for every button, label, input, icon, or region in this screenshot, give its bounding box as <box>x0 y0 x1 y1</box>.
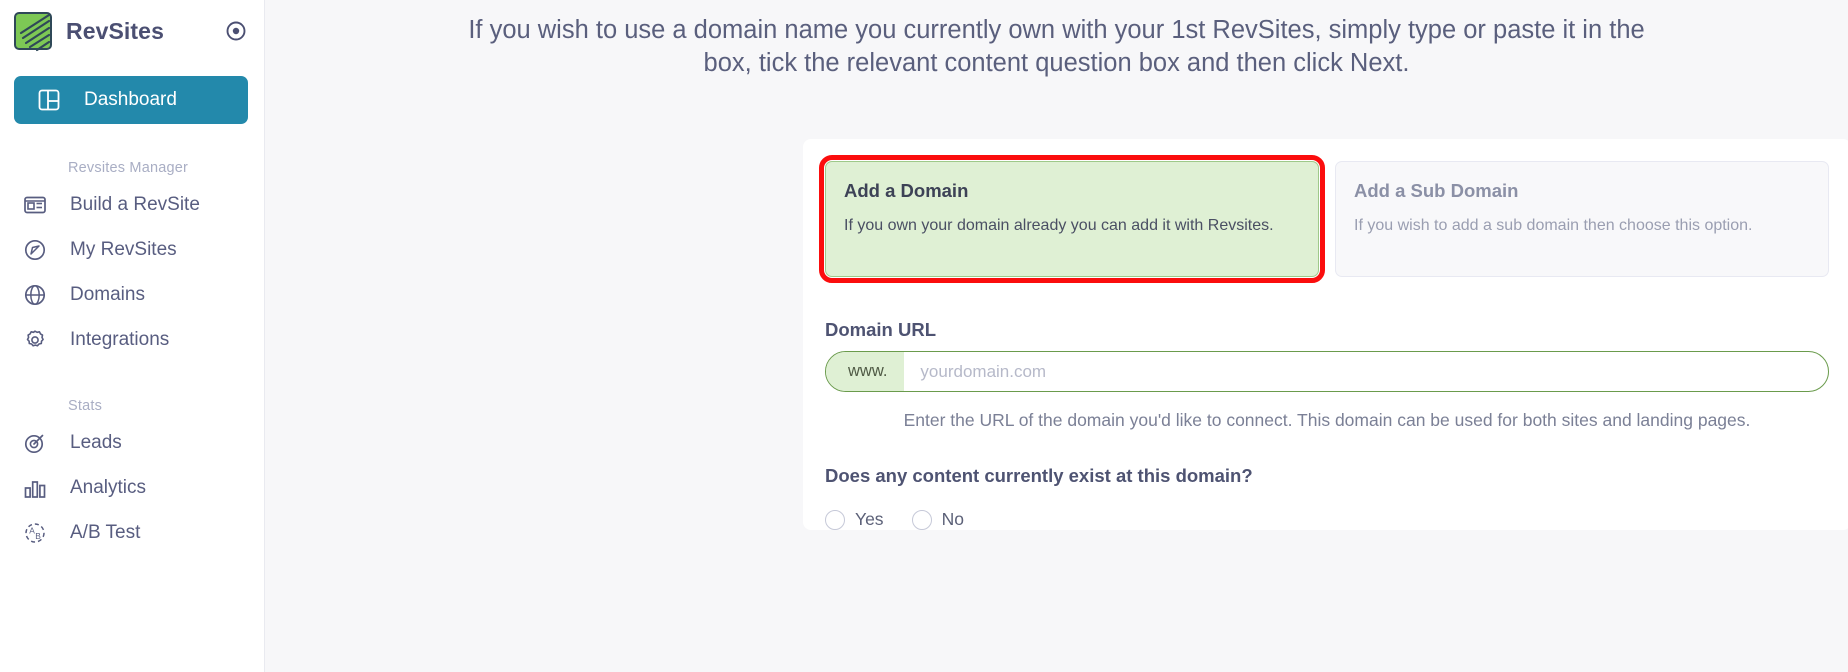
bar-chart-icon <box>22 475 48 501</box>
sidebar-item-build-a-revsite[interactable]: Build a RevSite <box>0 182 264 227</box>
app-root: RevSites Dashboard Revsites Manager <box>0 0 1848 672</box>
add-a-domain-card[interactable]: Add a Domain If you own your domain alre… <box>825 161 1319 277</box>
sidebar-item-label: Leads <box>70 432 122 454</box>
brand-header: RevSites <box>0 0 264 62</box>
sidebar-item-leads[interactable]: Leads <box>0 420 264 465</box>
sidebar-item-my-revsites[interactable]: My RevSites <box>0 227 264 272</box>
sidebar-item-label: Analytics <box>70 477 146 499</box>
radio-option-yes[interactable]: Yes <box>825 509 884 530</box>
browser-window-icon <box>22 192 48 218</box>
sidebar-item-domains[interactable]: Domains <box>0 272 264 317</box>
page-heading: If you wish to use a domain name you cur… <box>427 0 1687 79</box>
sidebar-item-label: Dashboard <box>84 89 177 111</box>
radio-option-no[interactable]: No <box>912 509 964 530</box>
globe-icon <box>22 282 48 308</box>
sidebar-item-integrations[interactable]: Integrations <box>0 317 264 362</box>
card-title: Add a Domain <box>844 180 1300 202</box>
radio-indicator[interactable] <box>912 510 932 530</box>
card-description: If you own your domain already you can a… <box>844 215 1300 237</box>
content-question-options: Yes No <box>825 509 1829 530</box>
main-content: If you wish to use a domain name you cur… <box>265 0 1848 672</box>
sidebar-item-ab-test[interactable]: A B A/B Test <box>0 510 264 555</box>
radio-label: No <box>942 509 964 530</box>
domain-setup-panel: Add a Domain If you own your domain alre… <box>803 139 1848 530</box>
add-a-sub-domain-card[interactable]: Add a Sub Domain If you wish to add a su… <box>1335 161 1829 277</box>
sidebar-item-label: A/B Test <box>70 522 140 544</box>
sidebar-item-dashboard[interactable]: Dashboard <box>14 76 248 124</box>
domain-url-input-wrapper[interactable]: www. <box>825 351 1829 392</box>
domain-type-choices: Add a Domain If you own your domain alre… <box>825 161 1829 277</box>
sidebar: RevSites Dashboard Revsites Manager <box>0 0 265 672</box>
card-title: Add a Sub Domain <box>1354 180 1810 202</box>
domain-url-input[interactable] <box>904 352 1828 391</box>
revsites-logo-icon <box>14 12 52 50</box>
dashboard-grid-icon <box>36 87 62 113</box>
compass-icon <box>22 237 48 263</box>
gear-icon <box>22 327 48 353</box>
ab-test-icon: A B <box>22 520 48 546</box>
sidebar-item-label: Build a RevSite <box>70 194 200 216</box>
card-description: If you wish to add a sub domain then cho… <box>1354 215 1810 237</box>
www-prefix: www. <box>826 352 904 391</box>
radio-indicator[interactable] <box>825 510 845 530</box>
radio-label: Yes <box>855 509 884 530</box>
circle-target-icon[interactable] <box>224 19 248 43</box>
svg-text:B: B <box>35 531 41 541</box>
sidebar-item-analytics[interactable]: Analytics <box>0 465 264 510</box>
domain-url-label: Domain URL <box>825 319 1829 341</box>
domain-url-help-text: Enter the URL of the domain you'd like t… <box>825 408 1829 433</box>
sidebar-item-label: Domains <box>70 284 145 306</box>
target-icon <box>22 430 48 456</box>
content-question-block: Does any content currently exist at this… <box>825 465 1829 530</box>
brand-name: RevSites <box>66 18 164 45</box>
sidebar-group-title-stats: Stats <box>0 398 264 414</box>
sidebar-group-title-manager: Revsites Manager <box>0 160 264 176</box>
domain-url-field-block: Domain URL www. Enter the URL of the dom… <box>825 319 1829 433</box>
content-question-title: Does any content currently exist at this… <box>825 465 1829 487</box>
sidebar-item-label: My RevSites <box>70 239 177 261</box>
sidebar-item-label: Integrations <box>70 329 169 351</box>
